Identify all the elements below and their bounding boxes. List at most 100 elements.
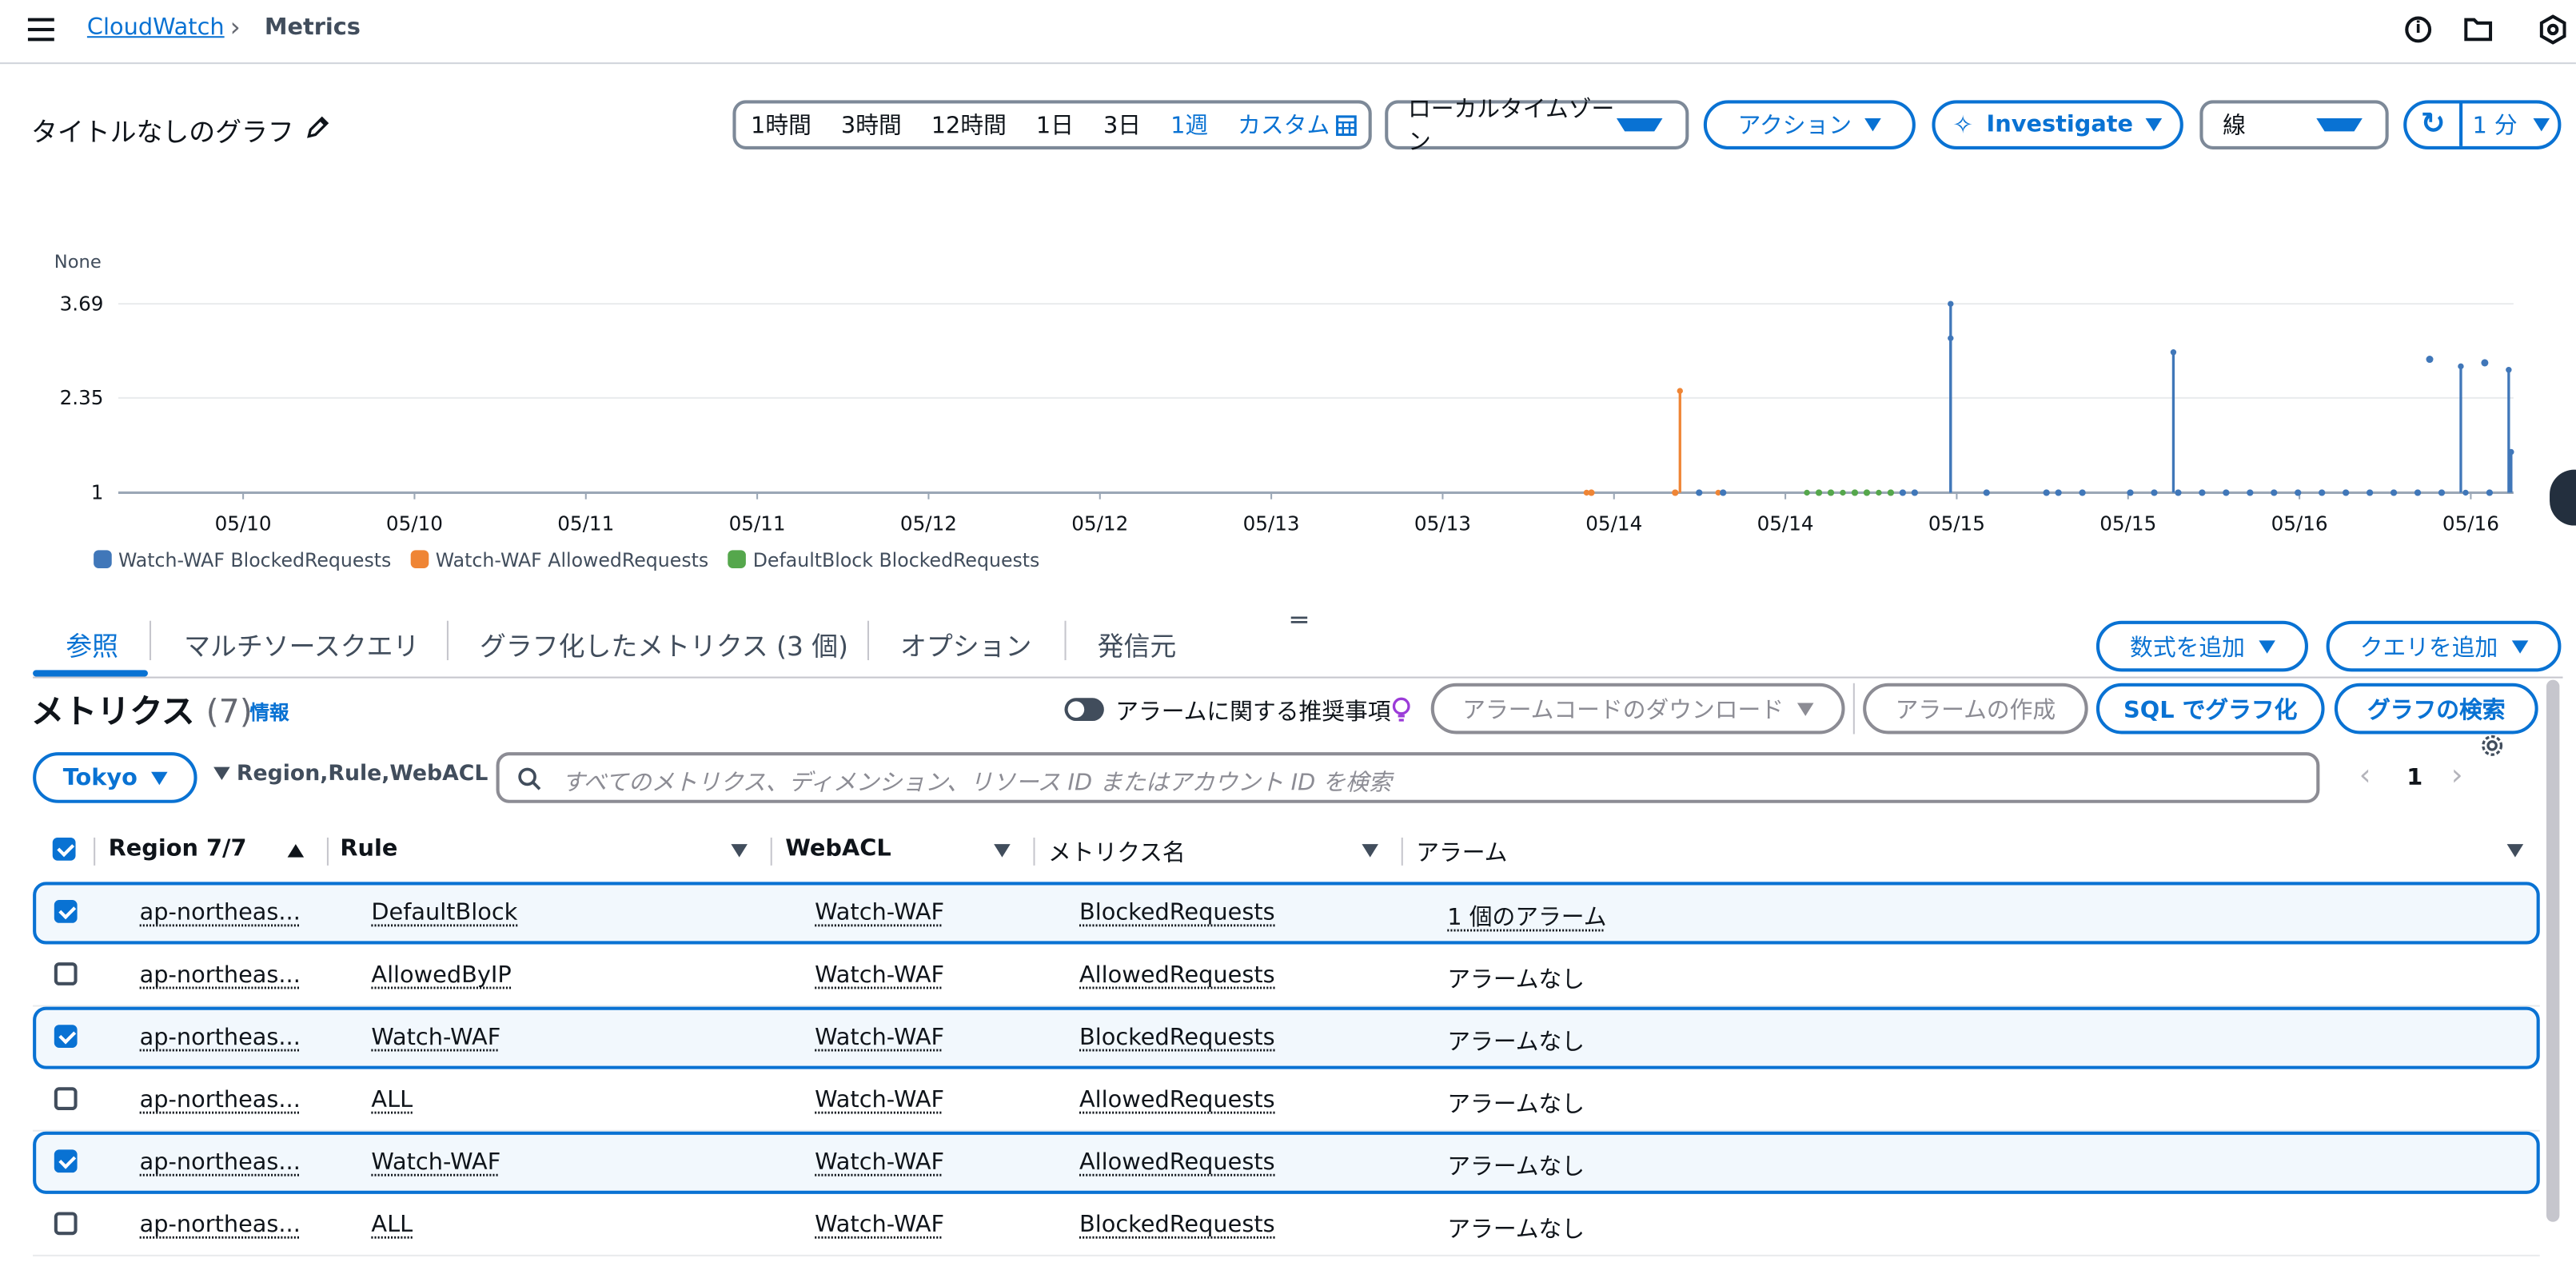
cell-webacl[interactable]: Watch-WAF — [815, 1025, 944, 1051]
legend-label: DefaultBlock BlockedRequests — [753, 548, 1040, 571]
timezone-select[interactable]: ローカルタイムゾーン — [1385, 100, 1689, 149]
menu-icon[interactable] — [28, 18, 54, 42]
refresh-icon[interactable]: ↻ — [2407, 103, 2462, 145]
cell-metric-name[interactable]: AllowedRequests — [1079, 1087, 1275, 1113]
add-math-button[interactable]: 数式を追加 — [2096, 621, 2308, 672]
cell-metric-name[interactable]: BlockedRequests — [1079, 900, 1275, 926]
row-checkbox[interactable] — [54, 1212, 78, 1235]
refresh-period[interactable]: 1 分 — [2462, 109, 2518, 141]
metrics-count: (7) — [206, 691, 253, 731]
actions-button[interactable]: アクション — [1704, 100, 1916, 149]
tab-multi-source-query[interactable]: マルチソースクエリ — [184, 624, 419, 663]
column-header-webacl[interactable]: WebACL — [785, 836, 891, 862]
region-filter-button[interactable]: Tokyo — [33, 752, 197, 803]
vertical-scrollbar[interactable] — [2546, 680, 2559, 1222]
cell-rule[interactable]: AllowedByIP — [371, 962, 511, 989]
folder-icon[interactable] — [2464, 17, 2492, 42]
info-icon[interactable]: i — [2405, 17, 2431, 43]
gear-icon[interactable] — [2479, 732, 2506, 758]
range-custom[interactable]: カスタム — [1223, 109, 1337, 141]
sort-icon[interactable] — [1362, 844, 1378, 857]
row-checkbox[interactable] — [54, 962, 78, 985]
graph-type-select[interactable]: 線 — [2199, 100, 2388, 149]
tab-options[interactable]: オプション — [900, 624, 1031, 663]
column-header-alarm[interactable]: アラーム — [1416, 836, 1507, 869]
legend-item[interactable]: DefaultBlock BlockedRequests — [728, 548, 1040, 571]
legend-item[interactable]: Watch-WAF AllowedRequests — [411, 548, 708, 571]
drag-handle-icon[interactable]: ═ — [1291, 604, 1307, 635]
prev-page-icon[interactable]: ‹ — [2359, 758, 2371, 793]
add-query-button[interactable]: クエリを追加 — [2327, 621, 2562, 672]
cell-metric-name[interactable]: AllowedRequests — [1079, 962, 1275, 989]
search-graph-button[interactable]: グラフの検索 — [2335, 683, 2538, 735]
tab-source[interactable]: 発信元 — [1098, 624, 1177, 663]
cell-alarm[interactable]: 1 個のアラーム — [1447, 900, 1606, 933]
table-row[interactable]: ap-northeas... AllowedByIP Watch-WAF Allowe… — [33, 945, 2540, 1007]
sort-icon[interactable] — [731, 844, 748, 857]
table-row[interactable]: ap-northeas... Watch-WAF Watch-WAF BlockedR… — [33, 1007, 2540, 1069]
legend-item[interactable]: Watch-WAF BlockedRequests — [94, 548, 391, 571]
calendar-icon[interactable] — [1336, 114, 1358, 136]
edit-title-icon[interactable] — [305, 115, 330, 140]
table-row[interactable]: ap-northeas... ALL Watch-WAF BlockedRequest… — [33, 1194, 2540, 1256]
cell-rule[interactable]: ALL — [371, 1087, 413, 1113]
investigate-button[interactable]: ✧ Investigate — [1932, 100, 2183, 149]
cell-region[interactable]: ap-northeas... — [140, 962, 301, 989]
cell-region[interactable]: ap-northeas... — [140, 1212, 301, 1238]
dimension-filter-label: Region,Rule,WebACL — [237, 762, 488, 786]
tab-browse[interactable]: 参照 — [66, 624, 118, 663]
sort-ascending-icon[interactable] — [288, 844, 305, 857]
cell-region[interactable]: ap-northeas... — [140, 1087, 301, 1113]
range-3d[interactable]: 3日 — [1088, 109, 1155, 141]
cell-rule[interactable]: Watch-WAF — [371, 1025, 500, 1051]
range-12h[interactable]: 12時間 — [916, 109, 1021, 141]
column-header-region[interactable]: Region 7/7 — [109, 836, 247, 862]
range-3h[interactable]: 3時間 — [826, 109, 916, 141]
dimension-filter-toggle[interactable]: Region,Rule,WebACL — [213, 762, 488, 786]
tab-graphed-metrics[interactable]: グラフ化したメトリクス (3 個) — [480, 624, 848, 663]
column-header-rule[interactable]: Rule — [340, 836, 397, 862]
row-checkbox[interactable] — [54, 1149, 78, 1172]
row-checkbox[interactable] — [54, 1087, 78, 1110]
chevron-down-icon[interactable] — [2534, 118, 2550, 131]
range-1h[interactable]: 1時間 — [736, 109, 827, 141]
info-link[interactable]: 情報 — [249, 698, 289, 726]
table-row[interactable]: ap-northeas... Watch-WAF Watch-WAF AllowedR… — [33, 1132, 2540, 1194]
cell-region[interactable]: ap-northeas... — [140, 1025, 301, 1051]
cell-webacl[interactable]: Watch-WAF — [815, 1087, 944, 1113]
download-alarm-code-button[interactable]: アラームコードのダウンロード — [1431, 683, 1845, 735]
cell-metric-name[interactable]: BlockedRequests — [1079, 1212, 1275, 1238]
range-1w[interactable]: 1週 — [1156, 109, 1223, 141]
search-input[interactable]: すべてのメトリクス、ディメンション、リソース ID またはアカウント ID を検… — [496, 752, 2320, 803]
page-number[interactable]: 1 — [2407, 766, 2422, 792]
cell-rule[interactable]: ALL — [371, 1212, 413, 1238]
cell-rule[interactable]: Watch-WAF — [371, 1149, 500, 1176]
sort-icon[interactable] — [994, 844, 1011, 857]
column-header-metric-name[interactable]: メトリクス名 — [1048, 836, 1186, 869]
sql-graph-button[interactable]: SQL でグラフ化 — [2096, 683, 2325, 735]
cell-metric-name[interactable]: AllowedRequests — [1079, 1149, 1275, 1176]
cell-webacl[interactable]: Watch-WAF — [815, 962, 944, 989]
cell-rule[interactable]: DefaultBlock — [371, 900, 517, 926]
table-row[interactable]: ap-northeas... DefaultBlock Watch-WAF Block… — [33, 882, 2540, 944]
row-checkbox[interactable] — [54, 1025, 78, 1048]
cell-webacl[interactable]: Watch-WAF — [815, 1149, 944, 1176]
row-checkbox[interactable] — [54, 900, 78, 923]
table-row[interactable]: ap-northeas... ALL Watch-WAF AllowedRequest… — [33, 1069, 2540, 1132]
sort-icon[interactable] — [2507, 844, 2524, 857]
cell-metric-name[interactable]: BlockedRequests — [1079, 1025, 1275, 1051]
x-tick-label: 05/10 — [215, 512, 272, 535]
cell-region[interactable]: ap-northeas... — [140, 900, 301, 926]
cell-region[interactable]: ap-northeas... — [140, 1149, 301, 1176]
alarm-recommendation-toggle[interactable] — [1065, 698, 1104, 721]
cell-webacl[interactable]: Watch-WAF — [815, 900, 944, 926]
create-alarm-button[interactable]: アラームの作成 — [1863, 683, 2088, 735]
series-0-baseline-point — [1720, 489, 1726, 496]
settings-hex-icon[interactable] — [2540, 14, 2566, 44]
next-page-icon[interactable]: › — [2451, 758, 2463, 793]
column-divider — [94, 838, 95, 866]
cell-webacl[interactable]: Watch-WAF — [815, 1212, 944, 1238]
range-1d[interactable]: 1日 — [1021, 109, 1088, 141]
breadcrumb-cloudwatch-link[interactable]: CloudWatch — [87, 14, 225, 41]
select-all-checkbox[interactable] — [53, 838, 76, 861]
